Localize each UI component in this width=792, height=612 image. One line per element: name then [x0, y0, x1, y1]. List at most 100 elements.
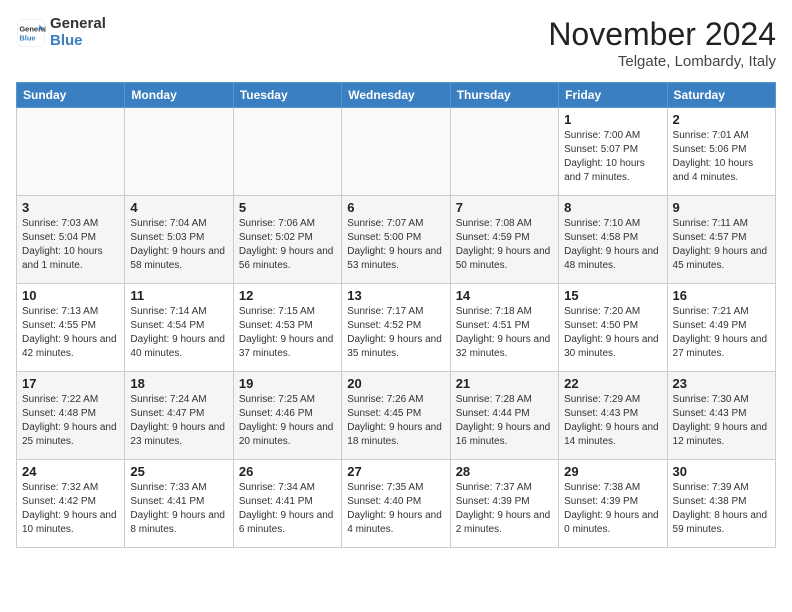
calendar-cell: 24Sunrise: 7:32 AMSunset: 4:42 PMDayligh… — [17, 460, 125, 548]
calendar-cell — [125, 108, 233, 196]
calendar-cell: 15Sunrise: 7:20 AMSunset: 4:50 PMDayligh… — [559, 284, 667, 372]
calendar-week-3: 10Sunrise: 7:13 AMSunset: 4:55 PMDayligh… — [17, 284, 776, 372]
day-info: Sunrise: 7:34 AM — [239, 481, 336, 495]
day-info: Daylight: 10 hours and 7 minutes. — [564, 157, 661, 185]
day-info: Sunrise: 7:26 AM — [347, 393, 444, 407]
day-info: Sunset: 4:47 PM — [130, 407, 227, 421]
day-number: 23 — [673, 376, 770, 391]
weekday-header-tuesday: Tuesday — [233, 83, 341, 108]
day-number: 9 — [673, 200, 770, 215]
calendar-week-4: 17Sunrise: 7:22 AMSunset: 4:48 PMDayligh… — [17, 372, 776, 460]
calendar-cell — [450, 108, 558, 196]
day-info: Sunset: 4:51 PM — [456, 319, 553, 333]
day-info: Sunrise: 7:00 AM — [564, 129, 661, 143]
day-info: Daylight: 10 hours and 1 minute. — [22, 245, 119, 273]
calendar-cell: 2Sunrise: 7:01 AMSunset: 5:06 PMDaylight… — [667, 108, 775, 196]
day-info: Daylight: 9 hours and 30 minutes. — [564, 333, 661, 361]
day-info: Daylight: 9 hours and 10 minutes. — [22, 509, 119, 537]
logo-text: General Blue — [50, 16, 106, 49]
calendar-week-2: 3Sunrise: 7:03 AMSunset: 5:04 PMDaylight… — [17, 196, 776, 284]
day-info: Sunset: 5:07 PM — [564, 143, 661, 157]
calendar-cell: 4Sunrise: 7:04 AMSunset: 5:03 PMDaylight… — [125, 196, 233, 284]
day-number: 3 — [22, 200, 119, 215]
day-info: Daylight: 9 hours and 40 minutes. — [130, 333, 227, 361]
day-info: Sunrise: 7:22 AM — [22, 393, 119, 407]
day-info: Sunrise: 7:37 AM — [456, 481, 553, 495]
day-info: Sunset: 4:54 PM — [130, 319, 227, 333]
calendar-cell: 7Sunrise: 7:08 AMSunset: 4:59 PMDaylight… — [450, 196, 558, 284]
day-info: Daylight: 9 hours and 18 minutes. — [347, 421, 444, 449]
header: General Blue General Blue November 2024 … — [16, 16, 776, 70]
location: Telgate, Lombardy, Italy — [548, 53, 776, 70]
day-info: Sunset: 4:55 PM — [22, 319, 119, 333]
day-info: Sunrise: 7:28 AM — [456, 393, 553, 407]
day-number: 8 — [564, 200, 661, 215]
day-info: Sunrise: 7:17 AM — [347, 305, 444, 319]
weekday-header-saturday: Saturday — [667, 83, 775, 108]
logo-blue-text: Blue — [50, 33, 106, 50]
day-number: 12 — [239, 288, 336, 303]
day-number: 22 — [564, 376, 661, 391]
day-info: Daylight: 9 hours and 50 minutes. — [456, 245, 553, 273]
day-info: Daylight: 9 hours and 12 minutes. — [673, 421, 770, 449]
day-info: Sunset: 4:41 PM — [239, 495, 336, 509]
calendar-cell: 9Sunrise: 7:11 AMSunset: 4:57 PMDaylight… — [667, 196, 775, 284]
day-info: Daylight: 9 hours and 25 minutes. — [22, 421, 119, 449]
day-number: 11 — [130, 288, 227, 303]
weekday-header-row: SundayMondayTuesdayWednesdayThursdayFrid… — [17, 83, 776, 108]
calendar-cell: 28Sunrise: 7:37 AMSunset: 4:39 PMDayligh… — [450, 460, 558, 548]
day-number: 24 — [22, 464, 119, 479]
day-number: 26 — [239, 464, 336, 479]
calendar-cell: 14Sunrise: 7:18 AMSunset: 4:51 PMDayligh… — [450, 284, 558, 372]
day-info: Sunset: 4:38 PM — [673, 495, 770, 509]
day-info: Daylight: 9 hours and 45 minutes. — [673, 245, 770, 273]
day-info: Sunrise: 7:21 AM — [673, 305, 770, 319]
calendar-header: SundayMondayTuesdayWednesdayThursdayFrid… — [17, 83, 776, 108]
day-info: Daylight: 9 hours and 0 minutes. — [564, 509, 661, 537]
calendar-cell: 1 Sunrise: 7:00 AMSunset: 5:07 PMDaylight… — [559, 108, 667, 196]
calendar-cell: 8Sunrise: 7:10 AMSunset: 4:58 PMDaylight… — [559, 196, 667, 284]
day-info: Daylight: 9 hours and 8 minutes. — [130, 509, 227, 537]
calendar-cell: 26Sunrise: 7:34 AMSunset: 4:41 PMDayligh… — [233, 460, 341, 548]
day-info: Daylight: 9 hours and 4 minutes. — [347, 509, 444, 537]
day-info: Daylight: 9 hours and 20 minutes. — [239, 421, 336, 449]
calendar-cell: 11Sunrise: 7:14 AMSunset: 4:54 PMDayligh… — [125, 284, 233, 372]
calendar-cell — [17, 108, 125, 196]
day-info: Sunset: 4:39 PM — [564, 495, 661, 509]
day-info: Daylight: 10 hours and 4 minutes. — [673, 157, 770, 185]
day-info: Sunset: 4:41 PM — [130, 495, 227, 509]
day-number: 6 — [347, 200, 444, 215]
calendar-cell — [233, 108, 341, 196]
calendar-cell: 18Sunrise: 7:24 AMSunset: 4:47 PMDayligh… — [125, 372, 233, 460]
day-number: 14 — [456, 288, 553, 303]
calendar-cell: 21Sunrise: 7:28 AMSunset: 4:44 PMDayligh… — [450, 372, 558, 460]
calendar-cell: 30Sunrise: 7:39 AMSunset: 4:38 PMDayligh… — [667, 460, 775, 548]
weekday-header-thursday: Thursday — [450, 83, 558, 108]
day-info: Sunrise: 7:25 AM — [239, 393, 336, 407]
logo-icon: General Blue — [16, 18, 46, 48]
day-info: Sunrise: 7:10 AM — [564, 217, 661, 231]
day-info: Sunrise: 7:03 AM — [22, 217, 119, 231]
day-info: Daylight: 9 hours and 42 minutes. — [22, 333, 119, 361]
day-info: Daylight: 9 hours and 53 minutes. — [347, 245, 444, 273]
day-info: Sunrise: 7:30 AM — [673, 393, 770, 407]
day-info: Sunset: 4:40 PM — [347, 495, 444, 509]
day-info: Sunset: 5:02 PM — [239, 231, 336, 245]
day-number: 28 — [456, 464, 553, 479]
day-info: Sunset: 4:59 PM — [456, 231, 553, 245]
day-number: 1 — [564, 112, 661, 127]
day-number: 19 — [239, 376, 336, 391]
calendar-cell: 12Sunrise: 7:15 AMSunset: 4:53 PMDayligh… — [233, 284, 341, 372]
day-info: Daylight: 9 hours and 56 minutes. — [239, 245, 336, 273]
day-info: Sunset: 5:00 PM — [347, 231, 444, 245]
day-info: Sunset: 4:53 PM — [239, 319, 336, 333]
day-info: Sunrise: 7:18 AM — [456, 305, 553, 319]
day-number: 5 — [239, 200, 336, 215]
day-info: Daylight: 9 hours and 27 minutes. — [673, 333, 770, 361]
svg-text:Blue: Blue — [19, 33, 35, 42]
day-info: Daylight: 9 hours and 58 minutes. — [130, 245, 227, 273]
day-info: Sunrise: 7:33 AM — [130, 481, 227, 495]
day-info: Sunrise: 7:24 AM — [130, 393, 227, 407]
calendar-cell: 23Sunrise: 7:30 AMSunset: 4:43 PMDayligh… — [667, 372, 775, 460]
calendar-cell: 10Sunrise: 7:13 AMSunset: 4:55 PMDayligh… — [17, 284, 125, 372]
